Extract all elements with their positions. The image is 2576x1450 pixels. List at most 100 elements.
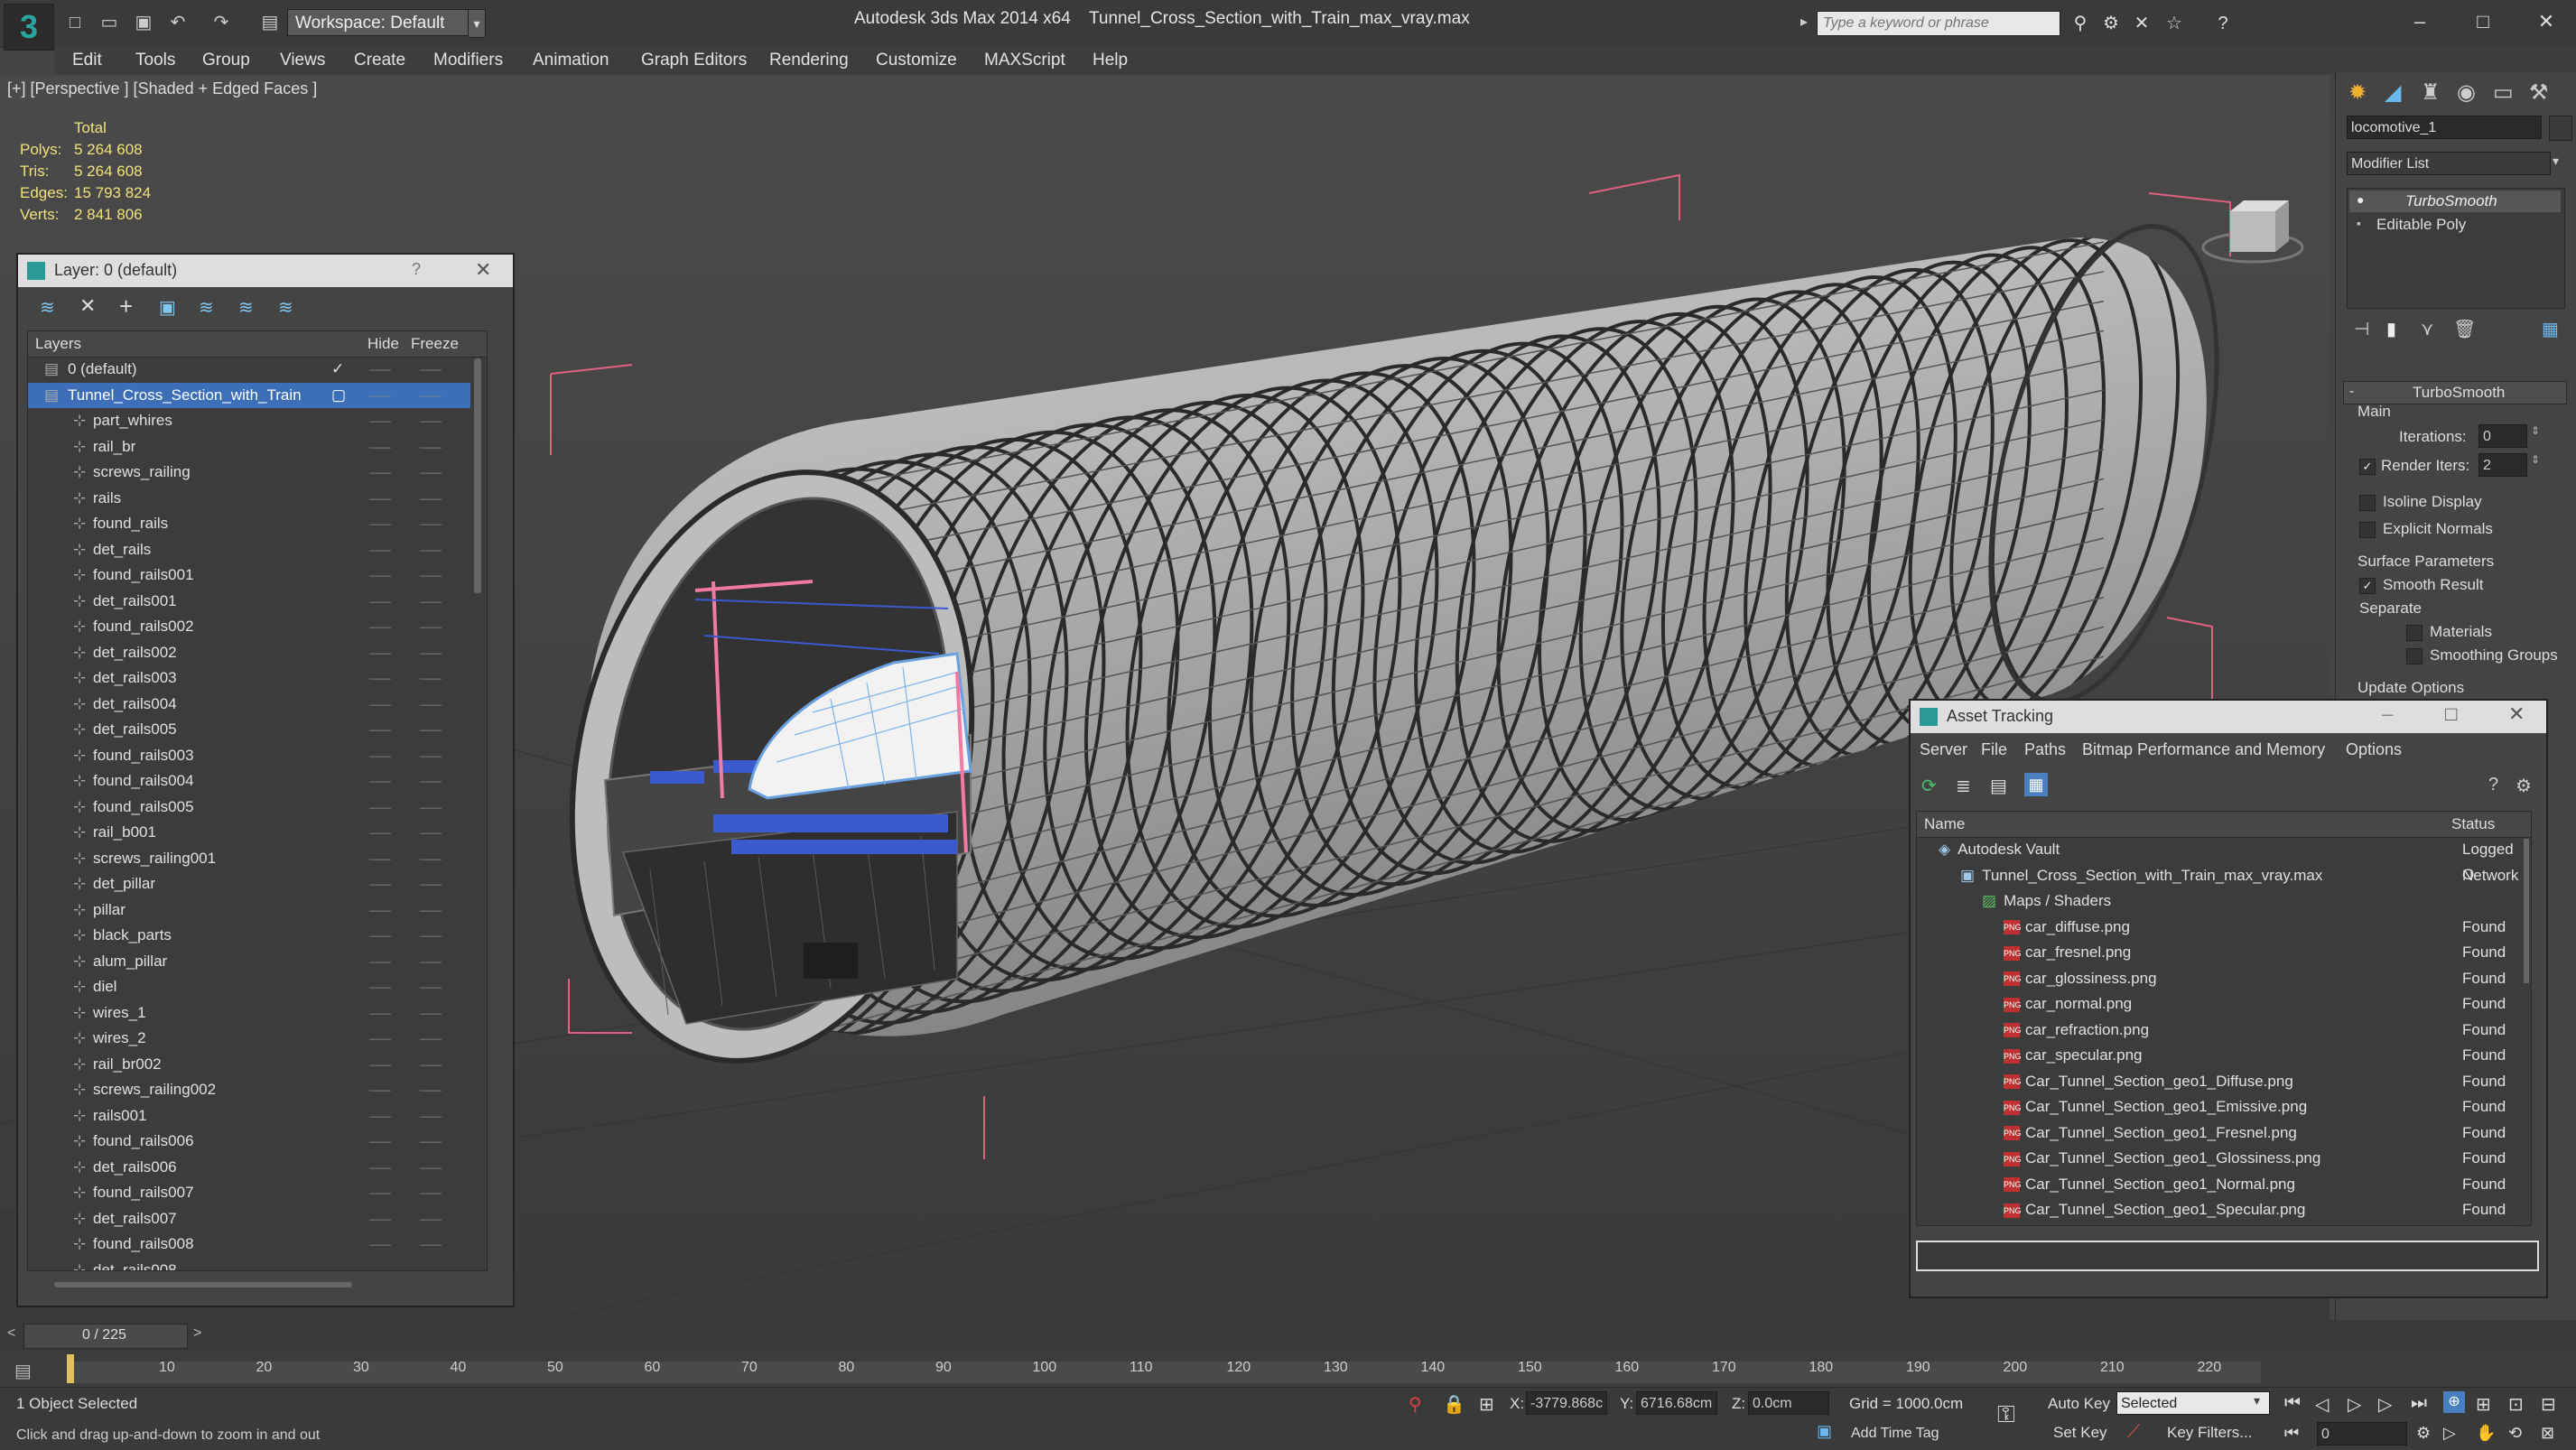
layer-row[interactable]: ⊹ det_rails008 —— —— [28, 1258, 470, 1271]
freeze-toggle-icon[interactable]: —— [420, 1258, 442, 1271]
app-logo-icon[interactable]: 3 [4, 4, 54, 51]
layer-row[interactable]: ⊹ det_rails007 —— —— [28, 1206, 470, 1232]
menu-animation[interactable]: Animation [533, 47, 609, 74]
layer-row[interactable]: ⊹ alum_pillar —— —— [28, 949, 470, 974]
layer-row[interactable]: ⊹ found_rails005 —— —— [28, 795, 470, 820]
layer-list-scrollbar[interactable] [474, 358, 481, 593]
key-icon[interactable]: ⟋ [2127, 1422, 2140, 1443]
layer-row[interactable]: ⊹ found_rails007 —— —— [28, 1180, 470, 1205]
hide-toggle-icon[interactable]: —— [369, 949, 391, 974]
column-layers[interactable]: Layers [35, 335, 81, 353]
motion-tab-icon[interactable]: ◉ [2457, 79, 2476, 106]
modifier-list-dropdown[interactable]: Modifier List [2347, 152, 2551, 175]
time-next-icon[interactable]: > [193, 1325, 201, 1342]
asset-row[interactable]: ▨ Maps / Shaders [1922, 888, 2518, 915]
freeze-toggle-icon[interactable]: —— [420, 871, 442, 897]
layer-row[interactable]: ⊹ det_rails004 —— —— [28, 692, 470, 717]
play-icon[interactable]: ▷ [2348, 1393, 2361, 1416]
freeze-toggle-icon[interactable]: —— [420, 1052, 442, 1077]
highlight-selected-icon[interactable]: ≋ [199, 296, 214, 319]
layer-row[interactable]: ⊹ rail_b001 —— —— [28, 820, 470, 845]
delete-layer-icon[interactable]: ✕ [79, 294, 96, 318]
smooth-result-checkbox[interactable]: ✓ [2359, 576, 2383, 595]
add-to-layer-icon[interactable]: + [119, 293, 133, 321]
hide-toggle-icon[interactable]: —— [369, 923, 391, 948]
hide-toggle-icon[interactable]: —— [369, 846, 391, 871]
iterations-spinner[interactable]: 0 [2478, 424, 2527, 448]
go-to-end-icon[interactable]: ⏭ [2411, 1393, 2427, 1414]
freeze-toggle-icon[interactable]: —— [420, 717, 442, 742]
asset-menu-paths[interactable]: Paths [2024, 740, 2066, 759]
asset-row[interactable]: PNG car_glossiness.png Found [1922, 966, 2518, 992]
search-expand-icon[interactable]: ▸ [1800, 13, 1808, 31]
freeze-toggle-icon[interactable]: —— [420, 383, 442, 408]
freeze-toggle-icon[interactable]: —— [420, 795, 442, 820]
asset-row[interactable]: PNG car_normal.png Found [1922, 991, 2518, 1018]
create-tab-icon[interactable]: ✹ [2348, 79, 2367, 106]
materials-checkbox[interactable] [2406, 623, 2430, 642]
layer-row[interactable]: ⊹ rails —— —— [28, 486, 470, 511]
utilities-tab-icon[interactable]: ⚒ [2529, 79, 2549, 106]
asset-row[interactable]: PNG car_refraction.png Found [1922, 1018, 2518, 1044]
modifier-list-arrow-icon[interactable]: ▾ [2553, 153, 2559, 169]
layer-row[interactable]: ⊹ found_rails008 —— —— [28, 1232, 470, 1257]
active-layer-check-icon[interactable]: ✓ [331, 357, 344, 382]
asset-row[interactable]: ▣ Tunnel_Cross_Section_with_Train_max_vra… [1922, 863, 2518, 889]
menu-tools[interactable]: Tools [135, 47, 175, 74]
hide-toggle-icon[interactable]: —— [369, 408, 391, 433]
layer-row[interactable]: ⊹ det_rails001 —— —— [28, 589, 470, 614]
modify-tab-icon[interactable]: ◢ [2385, 79, 2401, 106]
isoline-display-checkbox[interactable] [2359, 493, 2383, 512]
stack-item-turbosmooth[interactable]: ● TurboSmooth [2349, 191, 2561, 212]
pin-stack-icon[interactable]: ⊣ [2354, 318, 2369, 340]
asset-row[interactable]: PNG car_diffuse.png Found [1922, 915, 2518, 941]
stack-item-editable-poly[interactable]: ▪ Editable Poly [2349, 214, 2561, 236]
current-frame-field[interactable]: 0 [2317, 1422, 2407, 1445]
freeze-toggle-icon[interactable]: —— [420, 1155, 442, 1180]
light-bulb-icon[interactable]: ● [2357, 192, 2364, 207]
save-file-icon[interactable]: ▣ [132, 11, 155, 34]
favorites-star-icon[interactable]: ☆ [2162, 11, 2187, 36]
show-end-result-icon[interactable]: ▮ [2386, 318, 2396, 340]
freeze-toggle-icon[interactable]: —— [420, 846, 442, 871]
isolate-selection-icon[interactable]: ⚲ [1409, 1393, 1422, 1416]
binoculars-icon[interactable]: ⚲ [2068, 11, 2093, 36]
layer-row[interactable]: ⊹ found_rails004 —— —— [28, 768, 470, 794]
hide-toggle-icon[interactable]: —— [369, 743, 391, 768]
layer-row[interactable]: ⊹ screws_railing002 —— —— [28, 1077, 470, 1102]
z-coordinate-field[interactable]: 0.0cm [1748, 1391, 1829, 1415]
zoom-all-icon[interactable]: ⊞ [2476, 1393, 2491, 1416]
list-view-icon[interactable]: ≣ [1956, 775, 1971, 797]
maximize-icon[interactable]: □ [2456, 5, 2510, 38]
select-objects-icon[interactable]: ▣ [159, 296, 176, 319]
pan-view-icon[interactable]: ✋ [2476, 1424, 2496, 1443]
freeze-toggle-icon[interactable]: —— [420, 1180, 442, 1205]
asset-maximize-icon[interactable]: □ [2445, 702, 2457, 726]
freeze-toggle-icon[interactable]: —— [420, 511, 442, 536]
hide-toggle-icon[interactable]: —— [369, 460, 391, 485]
freeze-toggle-icon[interactable]: —— [420, 1026, 442, 1051]
set-key-mode-icon[interactable]: ⚿ [1997, 1400, 2015, 1429]
layer-dialog-titlebar[interactable]: Layer: 0 (default) ? ✕ [18, 255, 513, 287]
remove-modifier-icon[interactable]: 🗑 [2453, 318, 2476, 340]
freeze-toggle-icon[interactable]: —— [420, 1232, 442, 1257]
hide-toggle-icon[interactable]: —— [369, 511, 391, 536]
turbosmooth-rollout-header[interactable]: - TurboSmooth [2343, 381, 2567, 404]
zoom-icon[interactable]: ⊕ [2443, 1391, 2465, 1413]
table-view-icon[interactable]: ▦ [2024, 773, 2048, 796]
undo-icon[interactable]: ↶ [166, 11, 190, 34]
freeze-toggle-icon[interactable]: —— [420, 357, 442, 382]
layer-row[interactable]: ⊹ det_rails —— —— [28, 537, 470, 562]
time-prev-icon[interactable]: < [7, 1325, 15, 1342]
hide-toggle-icon[interactable]: —— [369, 537, 391, 562]
absolute-mode-icon[interactable]: ⊞ [1479, 1393, 1494, 1416]
layer-row[interactable]: ⊹ found_rails003 —— —— [28, 743, 470, 768]
viewport-label[interactable]: [+] [Perspective ] [Shaded + Edged Faces… [7, 79, 317, 98]
display-tab-icon[interactable]: ▭ [2493, 79, 2514, 106]
hide-toggle-icon[interactable]: —— [369, 871, 391, 897]
freeze-toggle-icon[interactable]: —— [420, 562, 442, 588]
layer-row[interactable]: ▤ 0 (default) —— —— ✓ [28, 357, 470, 382]
freeze-toggle-icon[interactable]: —— [420, 614, 442, 639]
minimize-icon[interactable]: – [2393, 5, 2447, 38]
subscription-icon[interactable]: ⚙ [2098, 11, 2124, 36]
